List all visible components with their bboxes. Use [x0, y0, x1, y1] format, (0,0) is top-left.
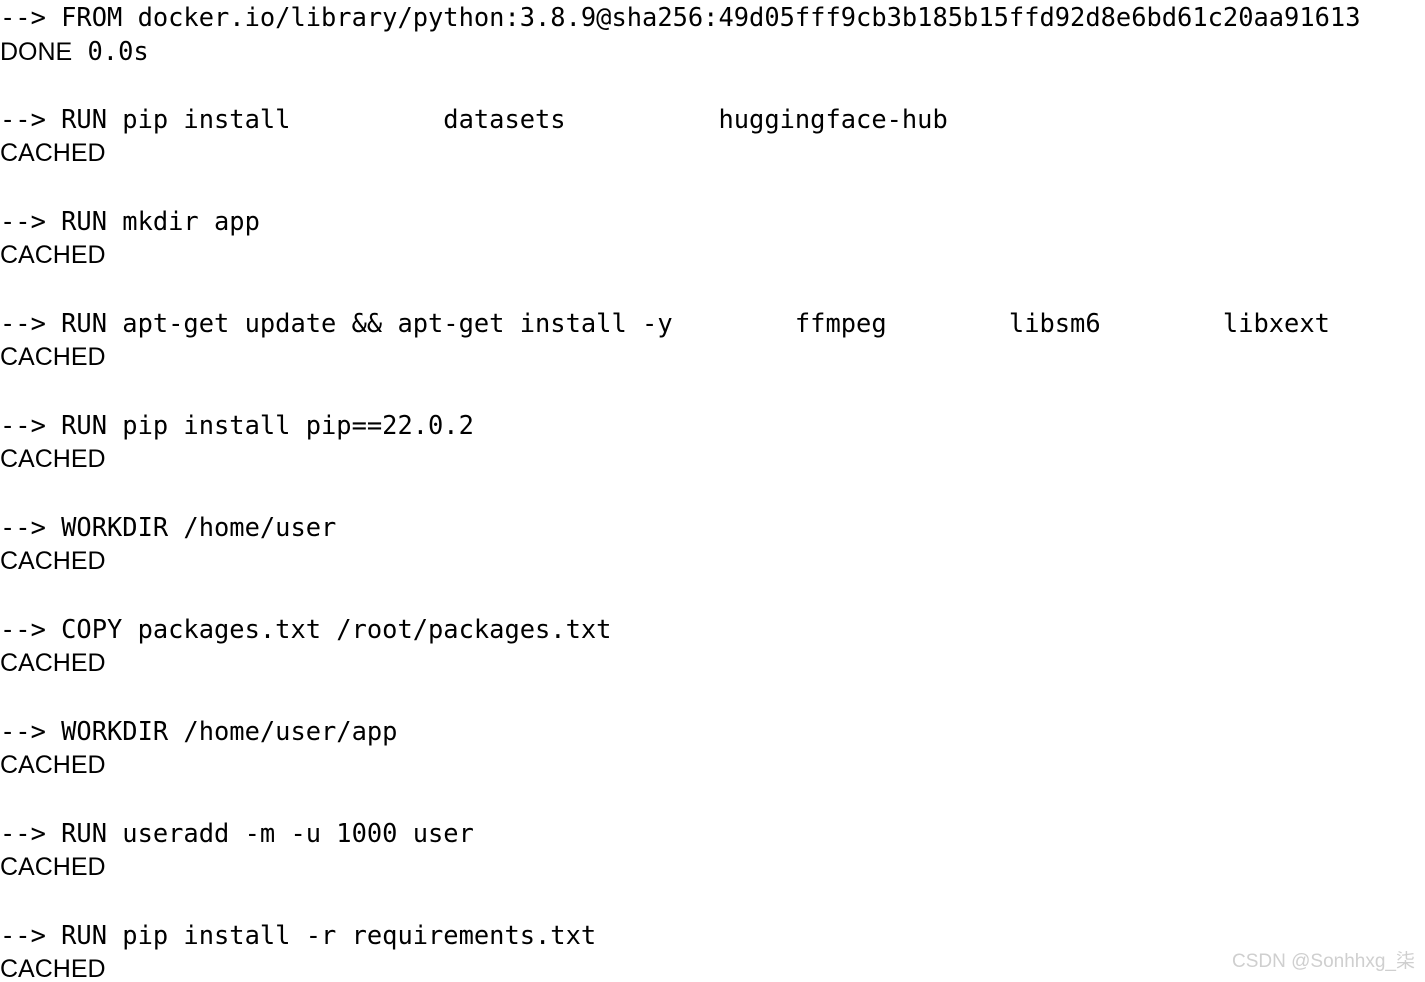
build-step-status: CACHED [0, 748, 1425, 782]
build-step-status: CACHED [0, 850, 1425, 884]
build-step-command: --> RUN pip install -r requirements.txt [0, 920, 597, 950]
build-step-status: CACHED [0, 544, 1425, 578]
build-step: --> WORKDIR /home/user CACHED [0, 510, 1425, 578]
build-step-status: CACHED [0, 952, 1425, 982]
build-step-separator [0, 272, 1425, 306]
build-step-status: CACHED [0, 238, 1425, 272]
build-step: --> RUN apt-get update && apt-get instal… [0, 306, 1425, 374]
build-step-separator [0, 170, 1425, 204]
build-step-status-label: DONE [0, 38, 73, 66]
build-step: --> FROM docker.io/library/python:3.8.9@… [0, 0, 1425, 68]
build-step-command: --> RUN mkdir app [0, 206, 260, 236]
build-step-elapsed: 0.0s [72, 36, 149, 66]
csdn-watermark: CSDN @Sonhhxg_柒 [1232, 951, 1415, 972]
build-step: --> WORKDIR /home/user/app CACHED [0, 714, 1425, 782]
build-step-command: --> COPY packages.txt /root/packages.txt [0, 614, 612, 644]
build-step-command: --> RUN pip install datasets huggingface… [0, 104, 948, 134]
build-step-status-label: CACHED [0, 547, 106, 575]
build-step-status: CACHED [0, 136, 1425, 170]
build-log-step-list: --> FROM docker.io/library/python:3.8.9@… [0, 0, 1425, 982]
build-step: --> RUN useradd -m -u 1000 user CACHED [0, 816, 1425, 884]
build-step-command: --> RUN apt-get update && apt-get instal… [0, 308, 1330, 338]
build-step-separator [0, 782, 1425, 816]
build-step: --> RUN pip install -r requirements.txt C… [0, 918, 1425, 982]
build-step-command: --> WORKDIR /home/user/app [0, 716, 398, 746]
build-step: --> RUN pip install datasets huggingface… [0, 102, 1425, 170]
build-step-status-label: CACHED [0, 241, 106, 269]
build-step-status-label: CACHED [0, 649, 106, 677]
build-step-command: --> RUN useradd -m -u 1000 user [0, 818, 474, 848]
build-step-status: CACHED [0, 442, 1425, 476]
build-step-separator [0, 476, 1425, 510]
build-step-status-label: CACHED [0, 751, 106, 779]
build-step: --> RUN pip install pip==22.0.2 CACHED [0, 408, 1425, 476]
build-step-status: CACHED [0, 646, 1425, 680]
build-step: --> COPY packages.txt /root/packages.txt… [0, 612, 1425, 680]
build-step-status: CACHED [0, 340, 1425, 374]
build-step: --> RUN mkdir app CACHED [0, 204, 1425, 272]
build-log-viewport[interactable]: --> FROM docker.io/library/python:3.8.9@… [0, 0, 1425, 982]
build-step-command: --> WORKDIR /home/user [0, 512, 337, 542]
build-step-status-label: CACHED [0, 445, 106, 473]
build-step-separator [0, 680, 1425, 714]
build-step-separator [0, 374, 1425, 408]
build-step-status-label: CACHED [0, 139, 106, 167]
build-step-command: --> FROM docker.io/library/python:3.8.9@… [0, 2, 1361, 32]
build-step-status: DONE 0.0s [0, 34, 1425, 68]
build-step-separator [0, 884, 1425, 918]
build-step-status-label: CACHED [0, 955, 106, 982]
build-step-separator [0, 578, 1425, 612]
build-step-status-label: CACHED [0, 853, 106, 881]
build-step-separator [0, 68, 1425, 102]
build-step-status-label: CACHED [0, 343, 106, 371]
build-step-command: --> RUN pip install pip==22.0.2 [0, 410, 474, 440]
